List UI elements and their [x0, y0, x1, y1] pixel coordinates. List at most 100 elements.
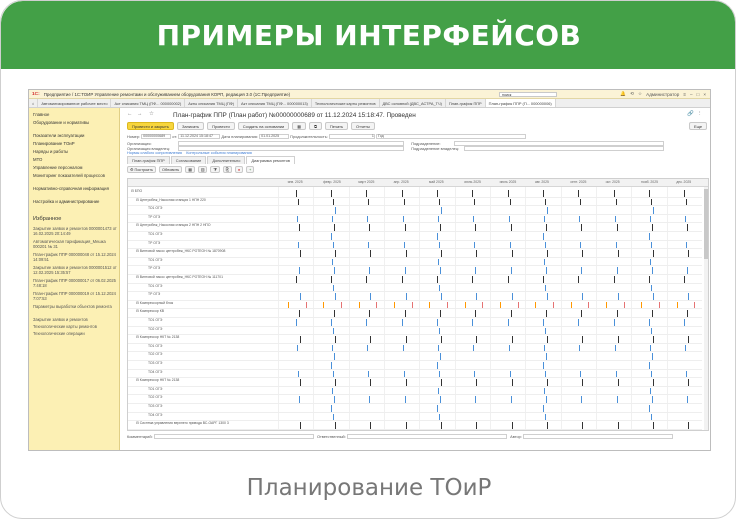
- schedule-mark[interactable]: [475, 224, 477, 231]
- export-icon[interactable]: ⎘: [222, 166, 232, 173]
- schedule-mark[interactable]: [369, 396, 371, 403]
- schedule-mark[interactable]: [473, 215, 475, 223]
- post-button[interactable]: Провести: [207, 122, 235, 130]
- schedule-mark[interactable]: [688, 336, 690, 343]
- responsible-field[interactable]: [346, 434, 507, 440]
- schedule-mark[interactable]: [582, 293, 584, 300]
- schedule-mark[interactable]: [623, 301, 625, 309]
- tab-item[interactable]: Автоматизированное рабочее место: [38, 99, 112, 107]
- grid-row-label[interactable]: ⊟ Система управления верхнего привода ВС…: [136, 421, 229, 425]
- favorite-star-icon[interactable]: ☆: [149, 111, 154, 117]
- reports-button[interactable]: Отчеты: [351, 122, 375, 130]
- schedule-mark[interactable]: [688, 422, 690, 429]
- grid-row-label[interactable]: ТО3 ОГЭ: [148, 361, 162, 365]
- schedule-mark[interactable]: [547, 379, 548, 386]
- schedule-mark[interactable]: [331, 233, 332, 240]
- schedule-mark[interactable]: [688, 250, 690, 257]
- schedule-mark[interactable]: [511, 250, 513, 257]
- schedule-mark[interactable]: [547, 250, 548, 257]
- favorite-item[interactable]: План-график ППР 000000048 от 15.12.2024 …: [33, 252, 117, 262]
- grid-row-label[interactable]: ⊟ Компрессор НКТ № 2138: [136, 378, 179, 382]
- tab-item[interactable]: Акт списания ТМЦ (ПФ... 000000002): [111, 99, 186, 107]
- add-icon[interactable]: +: [246, 166, 255, 173]
- schedule-mark[interactable]: [543, 362, 544, 369]
- history-icon[interactable]: ⟲: [630, 91, 634, 97]
- schedule-mark[interactable]: [334, 310, 335, 317]
- grid-row-label[interactable]: ТО1 ОГЭ: [148, 387, 162, 391]
- schedule-mark[interactable]: [437, 233, 438, 240]
- grid-row-label[interactable]: ТО4 ОГЭ: [148, 413, 162, 417]
- schedule-mark[interactable]: [438, 387, 439, 395]
- favorite-item[interactable]: Технологические операции: [33, 331, 117, 336]
- schedule-mark[interactable]: [404, 310, 406, 317]
- schedule-mark[interactable]: [651, 198, 652, 206]
- schedule-mark[interactable]: [581, 267, 583, 274]
- schedule-mark[interactable]: [545, 413, 546, 421]
- grid-row-label[interactable]: ТО1 ОГЭ: [148, 318, 162, 322]
- schedule-mark[interactable]: [687, 396, 689, 403]
- schedule-mark[interactable]: [510, 396, 512, 403]
- schedule-mark[interactable]: [429, 301, 431, 309]
- schedule-mark[interactable]: [305, 301, 307, 309]
- refresh-button[interactable]: Обновить: [159, 166, 183, 173]
- schedule-mark[interactable]: [581, 224, 583, 231]
- schedule-mark[interactable]: [334, 267, 335, 274]
- grid-row-label[interactable]: ⊟ Центробеж_Насосная станция 2 НПН 2 НПО: [136, 223, 211, 227]
- schedule-mark[interactable]: [650, 387, 651, 395]
- schedule-mark[interactable]: [653, 207, 654, 214]
- schedule-mark[interactable]: [370, 250, 372, 257]
- schedule-mark[interactable]: [295, 276, 297, 283]
- schedule-mark[interactable]: [581, 396, 583, 403]
- schedule-mark[interactable]: [440, 396, 441, 403]
- schedule-mark[interactable]: [508, 215, 510, 223]
- schedule-mark[interactable]: [298, 224, 300, 231]
- schedule-mark[interactable]: [369, 224, 371, 231]
- schedule-mark[interactable]: [464, 301, 466, 309]
- schedule-mark[interactable]: [438, 258, 439, 266]
- schedule-mark[interactable]: [370, 379, 372, 386]
- tab-item-active[interactable]: План-график ППР (П... 000000006): [485, 99, 556, 107]
- favorite-item[interactable]: Автоматическая тарификация_Мешка 000201 …: [33, 239, 117, 249]
- schedule-mark[interactable]: [401, 276, 403, 283]
- filter-icon[interactable]: ⧩: [210, 166, 220, 173]
- favorite-item[interactable]: План-график ППР 000000019 от 15.12.2024 …: [33, 291, 117, 301]
- schedule-mark[interactable]: [333, 284, 334, 292]
- schedule-mark[interactable]: [509, 198, 511, 206]
- schedule-mark[interactable]: [580, 241, 582, 249]
- schedule-mark[interactable]: [544, 258, 545, 266]
- grid-row-label[interactable]: ТР ОГЭ: [148, 266, 160, 270]
- schedule-mark[interactable]: [404, 396, 406, 403]
- schedule-mark[interactable]: [588, 301, 590, 309]
- schedule-mark[interactable]: [545, 284, 546, 292]
- schedule-mark[interactable]: [649, 233, 650, 240]
- schedule-mark[interactable]: [652, 310, 653, 317]
- schedule-mark[interactable]: [686, 198, 688, 206]
- schedule-mark[interactable]: [370, 336, 372, 343]
- grid-row-label[interactable]: ⊟ Компрессорный блок: [136, 301, 173, 305]
- schedule-mark[interactable]: [333, 370, 334, 378]
- favorite-item[interactable]: План-график ППР 000000017 от 06.02.2025 …: [33, 278, 117, 288]
- grid-row-label[interactable]: ⊟ Компрессор КВ: [136, 309, 164, 313]
- sidebar-item[interactable]: Оборудование и нормативы: [33, 120, 117, 125]
- schedule-mark[interactable]: [333, 241, 334, 249]
- user-name[interactable]: Администратор: [646, 92, 679, 97]
- schedule-mark[interactable]: [651, 241, 652, 249]
- schedule-mark[interactable]: [546, 267, 547, 274]
- schedule-mark[interactable]: [475, 396, 477, 403]
- grid-row-label[interactable]: ТО1 ОГЭ: [148, 344, 162, 348]
- tab-additional[interactable]: Дополнительно: [207, 156, 246, 164]
- schedule-mark[interactable]: [437, 190, 438, 197]
- schedule-mark[interactable]: [368, 241, 370, 249]
- favorite-item[interactable]: Параметры выработки объектов ремонта: [33, 304, 117, 309]
- schedule-mark[interactable]: [613, 190, 615, 197]
- favorite-item[interactable]: Закрытие заявок и ремонтов 0000001512 от…: [33, 265, 117, 275]
- schedule-mark[interactable]: [509, 241, 511, 249]
- schedule-mark[interactable]: [367, 344, 369, 352]
- schedule-mark[interactable]: [367, 215, 369, 223]
- tab-item[interactable]: Акт списания ТМЦ (ПФ... 000000013): [238, 99, 312, 107]
- schedule-mark[interactable]: [615, 198, 617, 206]
- table-icon[interactable]: ▦: [292, 122, 307, 130]
- tab-repair-diagram[interactable]: Диаграмма ремонтов: [246, 156, 295, 164]
- sidebar-item[interactable]: Наряды и работы: [33, 149, 117, 154]
- grid-row-label[interactable]: ТО2 ОГЭ: [148, 352, 162, 356]
